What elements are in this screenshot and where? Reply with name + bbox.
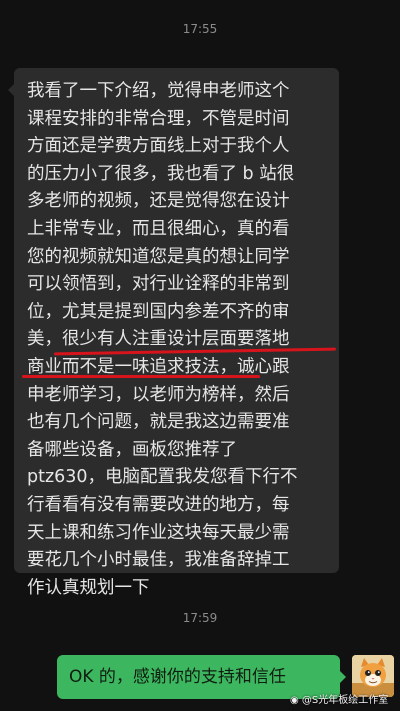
message-line: ptz630，电脑配置我发您看下行不 [27, 467, 298, 488]
message-line: 方面还是学费方面线上对于我个人 [27, 136, 290, 157]
annotation-underline [22, 375, 260, 378]
outgoing-message-text: OK 的，感谢你的支持和信任 [69, 667, 286, 687]
message-line: 行看看有没有需要改进的地方，每 [27, 494, 290, 515]
timestamp: 17:55 [182, 22, 218, 36]
incoming-message-bubble[interactable]: 我看了一下介绍，觉得申老师这个 课程安排的非常合理，不管是时间 方面还是学费方面… [8, 68, 339, 598]
message-line: 位，尤其是提到国内参差不齐的审 [27, 301, 290, 322]
message-line: 的压力小了很多，我也看了 b 站很 [27, 163, 295, 184]
message-line: 要花几个小时最佳，我准备辞掉工 [27, 550, 290, 571]
message-line: 也有几个问题，就是我这边需要准 [27, 412, 290, 433]
message-line: 上非常专业，而且很细心，真的看 [27, 218, 290, 239]
message-line: 多老师的视频，还是觉得您在设计 [27, 191, 290, 212]
message-line: 作认真规划一下 [27, 577, 150, 598]
message-line: 我看了一下介绍，觉得申老师这个 [27, 81, 290, 101]
message-line: 天上课和练习作业这块每天最少需 [27, 522, 290, 543]
timestamp: 17:59 [182, 611, 218, 625]
watermark-text: @S光年板绘工作室 [301, 695, 389, 706]
weibo-icon: ◉ [290, 695, 299, 706]
message-line: 课程安排的非常合理，不管是时间 [27, 108, 290, 129]
chat-screen: 17:55 我看了一下介绍，觉得申老师这个 课程安排的非常合理，不管是时间 方面… [0, 0, 400, 711]
message-line: 您的视频就知道您是真的想让同学 [27, 246, 290, 267]
message-line: 申老师学习，以老师为榜样，然后 [27, 384, 290, 405]
watermark: ◉ @S光年板绘工作室 [290, 691, 388, 706]
message-line: 可以领悟到，对行业诠释的非常到 [27, 274, 290, 295]
message-line: 备哪些设备，画板您推荐了 [27, 439, 237, 460]
